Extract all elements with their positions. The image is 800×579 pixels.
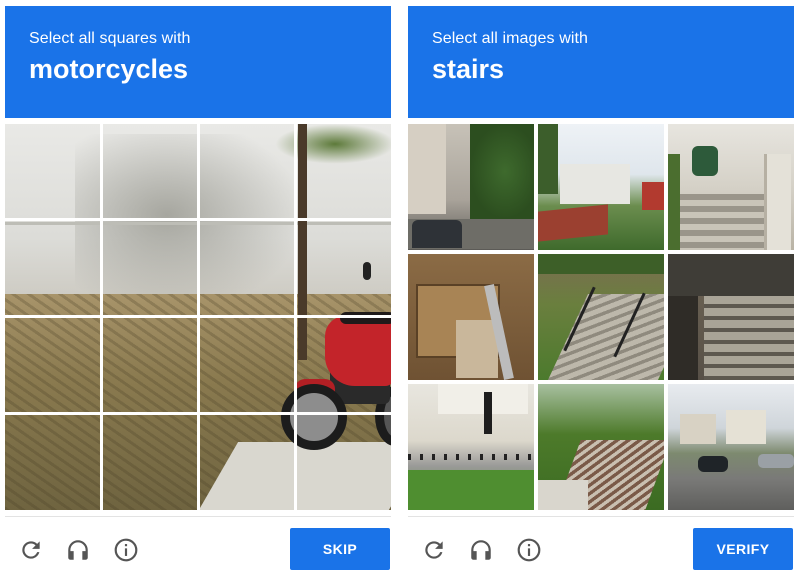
captcha-header: Select all images with stairs	[408, 6, 794, 118]
info-button[interactable]	[516, 537, 542, 563]
grid-square[interactable]	[5, 221, 102, 318]
grid-square[interactable]	[198, 317, 295, 414]
reload-button[interactable]	[18, 537, 44, 563]
captcha-prompt: Select all images with	[432, 30, 589, 47]
reload-icon	[425, 541, 443, 559]
grid-square[interactable]	[198, 221, 295, 318]
captcha-target: stairs	[432, 54, 505, 84]
image-tile-concrete-stairs[interactable]	[668, 254, 794, 380]
image-tile-porch-stairs[interactable]	[668, 124, 794, 250]
captcha-stairs: Select all images with stairs VERIFY	[405, 0, 797, 579]
reload-button[interactable]	[421, 537, 447, 563]
captcha-footer: VERIFY	[408, 516, 794, 579]
audio-challenge-button[interactable]	[65, 537, 91, 563]
image-grid-3x3	[408, 124, 794, 510]
skip-button[interactable]: SKIP	[290, 528, 390, 570]
captcha-prompt: Select all squares with	[29, 30, 191, 47]
headphones-icon	[471, 540, 491, 560]
verify-button[interactable]: VERIFY	[693, 528, 793, 570]
info-icon	[517, 538, 541, 562]
grid-square[interactable]	[5, 317, 102, 414]
image-tile-outdoor-stairs[interactable]	[538, 254, 664, 380]
grid-cells	[5, 124, 391, 510]
grid-square[interactable]	[102, 124, 199, 221]
info-icon	[114, 538, 138, 562]
reload-icon	[22, 541, 40, 559]
captcha-header: Select all squares with motorcycles	[5, 6, 391, 118]
info-button[interactable]	[113, 537, 139, 563]
grid-square[interactable]	[198, 124, 295, 221]
image-grid-4x4	[5, 124, 391, 510]
image-tile-street-houses[interactable]	[668, 384, 794, 510]
grid-square[interactable]	[102, 414, 199, 511]
captcha-motorcycles: Select all squares with motorcycles SKIP	[2, 0, 394, 579]
captcha-footer: SKIP	[5, 516, 391, 579]
audio-challenge-button[interactable]	[468, 537, 494, 563]
image-tile-sidewalk-person[interactable]	[408, 384, 534, 510]
grid-square[interactable]	[295, 221, 392, 318]
grid-square[interactable]	[102, 221, 199, 318]
image-tile-wooden-crates[interactable]	[408, 254, 534, 380]
image-tile-building-tree[interactable]	[408, 124, 534, 250]
image-tile-hillside-stairs[interactable]	[538, 384, 664, 510]
image-tile-houses[interactable]	[538, 124, 664, 250]
grid-square[interactable]	[5, 414, 102, 511]
grid-square[interactable]	[295, 317, 392, 414]
headphones-icon	[68, 540, 88, 560]
grid-square[interactable]	[295, 124, 392, 221]
grid-square[interactable]	[198, 414, 295, 511]
grid-square[interactable]	[5, 124, 102, 221]
captcha-target: motorcycles	[29, 54, 189, 84]
grid-square[interactable]	[295, 414, 392, 511]
grid-square[interactable]	[102, 317, 199, 414]
